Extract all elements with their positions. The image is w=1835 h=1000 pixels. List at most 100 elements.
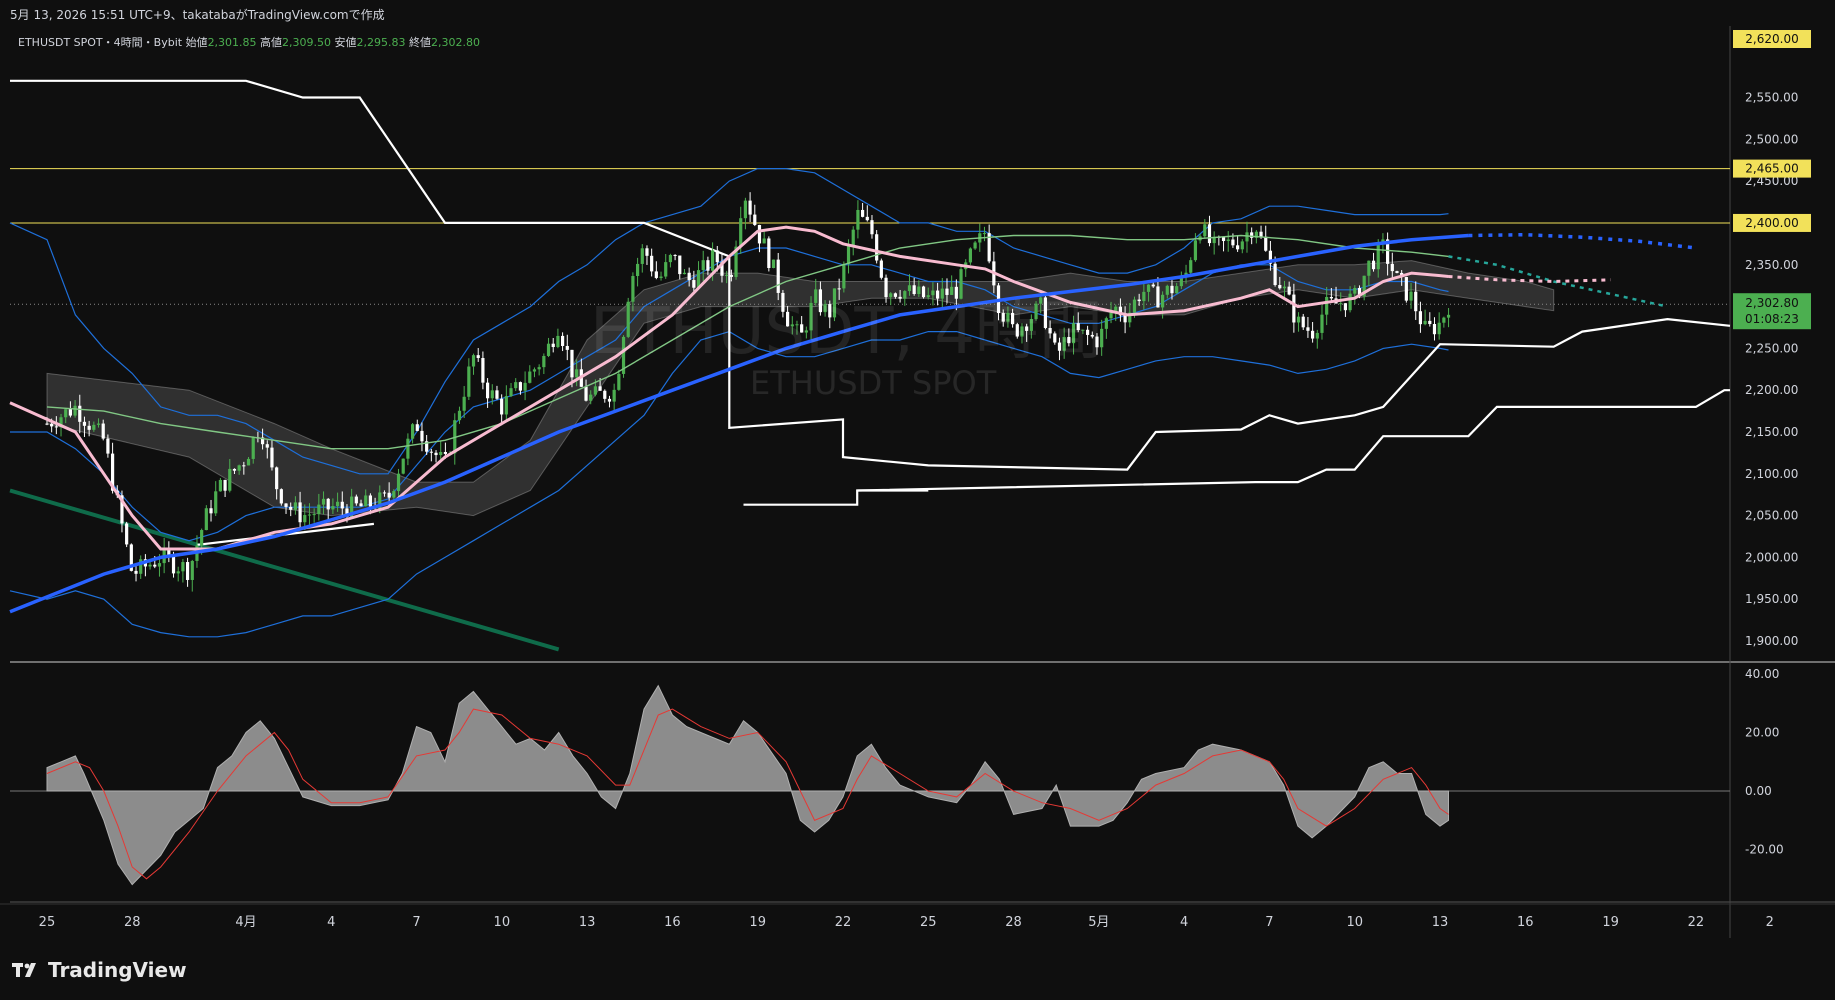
candle-body <box>481 358 485 383</box>
candle-body <box>865 216 869 221</box>
tradingview-logo[interactable]: TradingView <box>12 958 187 982</box>
candle-body <box>1306 327 1310 331</box>
candle-body <box>1376 243 1380 270</box>
candle-body <box>457 410 462 421</box>
candle-body <box>185 562 190 580</box>
caption-text: 5月 13, 2026 15:51 UTC+9、takatabaがTrading… <box>10 8 385 22</box>
candle-body <box>171 555 176 574</box>
candle-body <box>575 369 579 378</box>
candle-body <box>331 506 335 510</box>
candle-body <box>1132 299 1137 313</box>
candle-body <box>645 248 649 256</box>
badge-last-price: 2,302.80 <box>1745 296 1798 310</box>
time-tick-label: 28 <box>124 915 141 930</box>
candle-body <box>1287 286 1291 295</box>
candle-body <box>209 508 213 514</box>
time-tick-label: 4 <box>327 915 335 930</box>
candle-body <box>678 255 682 275</box>
candle-body <box>1296 316 1301 323</box>
candle-body <box>1278 285 1282 289</box>
candle-body <box>1315 332 1319 339</box>
candle-body <box>1414 291 1418 312</box>
candle-body <box>856 209 860 230</box>
candle-body <box>532 369 537 372</box>
candle-body <box>429 451 433 453</box>
candle-body <box>101 423 105 439</box>
candle-body <box>860 209 865 217</box>
watermark-market: ETHUSDT SPOT <box>750 364 997 402</box>
watermark-symbol: ETHUSDT, 4時間 <box>590 295 1103 369</box>
time-tick-label: 10 <box>1346 915 1363 930</box>
candle-body <box>415 424 419 431</box>
candle-body <box>593 386 598 395</box>
candle-body <box>1259 231 1263 237</box>
tradingview-logo-icon <box>12 963 36 977</box>
chart-canvas[interactable]: 2,550.002,500.002,450.002,400.002,350.00… <box>0 0 1835 1000</box>
candle-body <box>50 423 54 427</box>
candle-body <box>232 468 237 471</box>
candle-body <box>1367 260 1371 276</box>
candle-body <box>443 451 448 454</box>
legend-close-label: 終値 <box>409 36 432 49</box>
candle-body <box>1423 320 1427 325</box>
candle-body <box>359 503 363 507</box>
candle-body <box>1114 306 1118 312</box>
candle-body <box>1165 285 1169 295</box>
candle-body <box>504 396 508 415</box>
candle-body <box>54 426 58 428</box>
candle-body <box>471 355 476 367</box>
badge-top: 2,620.00 <box>1745 32 1798 46</box>
candle-body <box>45 423 49 425</box>
candle-body <box>654 271 658 278</box>
candle-body <box>303 515 307 523</box>
candle-body <box>1282 286 1287 289</box>
candle-body <box>1409 291 1413 301</box>
candle-body <box>148 564 152 567</box>
time-tick-label: 4月 <box>235 915 256 930</box>
legend-open-value: 2,301.85 <box>207 36 257 49</box>
candle-body <box>556 335 560 348</box>
candle-body <box>434 452 438 456</box>
candle-body <box>701 260 705 271</box>
candle-body <box>1395 271 1399 273</box>
candle-body <box>1175 286 1179 294</box>
candle-body <box>1104 318 1108 329</box>
legend-low-value: 2,295.83 <box>356 36 406 49</box>
price-tick-label: 2,050.00 <box>1745 509 1798 523</box>
candle-body <box>687 272 691 281</box>
candle-body <box>490 390 494 399</box>
candle-body <box>598 386 602 391</box>
time-tick-label: 4 <box>1180 915 1188 930</box>
candle-body <box>326 498 330 510</box>
legend-high-label: 高値 <box>260 36 283 49</box>
candle-body <box>514 382 518 389</box>
candle-body <box>1151 284 1155 287</box>
candle-body <box>1320 314 1324 333</box>
time-tick-label: 22 <box>1688 915 1705 930</box>
candle-body <box>1292 294 1296 323</box>
candle-body <box>1371 260 1376 270</box>
candle-body <box>242 465 246 467</box>
candle-body <box>462 396 466 411</box>
candle-body <box>204 508 208 531</box>
legend-high-value: 2,309.50 <box>282 36 332 49</box>
candle-body <box>617 373 621 390</box>
candle-body <box>92 424 96 430</box>
time-tick-label: 2 <box>1766 915 1774 930</box>
candle-body <box>509 388 513 397</box>
price-tick-label: 2,350.00 <box>1745 258 1798 272</box>
candle-body <box>851 229 855 246</box>
candle-body <box>1236 245 1240 250</box>
candle-body <box>1231 239 1235 246</box>
candle-body <box>246 458 251 466</box>
candle-body <box>875 234 879 261</box>
time-tick-label: 22 <box>835 915 852 930</box>
time-tick-label: 25 <box>39 915 56 930</box>
candle-body <box>973 242 977 249</box>
candle-body <box>96 423 101 425</box>
candle-body <box>659 276 663 278</box>
time-tick-label: 13 <box>1432 915 1449 930</box>
candle-body <box>1193 240 1198 261</box>
candle-body <box>251 437 255 459</box>
candle-body <box>73 405 77 416</box>
